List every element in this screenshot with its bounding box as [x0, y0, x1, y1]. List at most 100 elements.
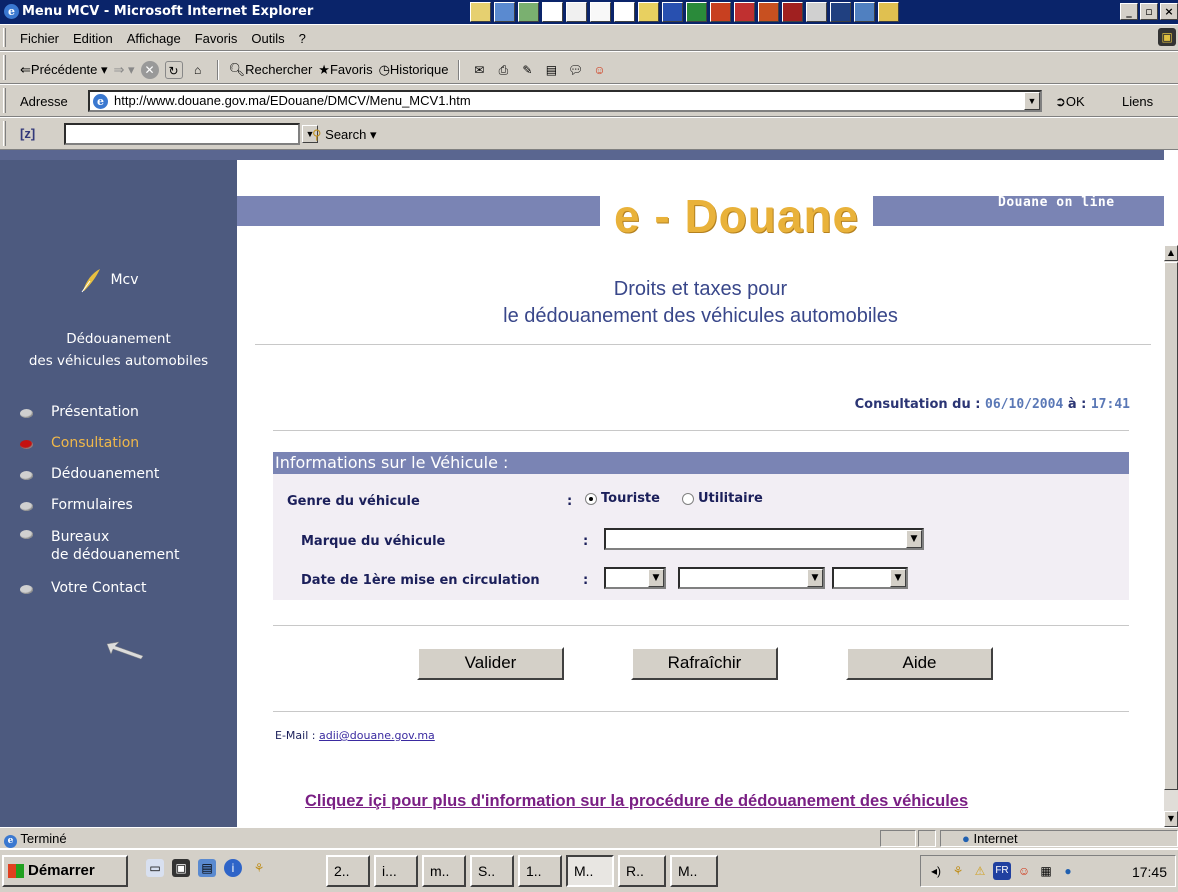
task-folder-m[interactable]: m..: [422, 855, 466, 887]
help-button[interactable]: Aide: [846, 647, 993, 680]
page-icon: e: [93, 94, 108, 109]
vertical-scrollbar[interactable]: ▲ ▼: [1164, 245, 1178, 827]
refresh-button[interactable]: Rafraîchir: [631, 647, 778, 680]
go-button[interactable]: ➲OK: [1055, 94, 1085, 110]
task-ie-active[interactable]: M..: [566, 855, 614, 887]
validate-button[interactable]: Valider: [417, 647, 564, 680]
toolbar-search-button[interactable]: ⚲ Search ▾: [312, 127, 377, 143]
warning-icon[interactable]: ⚠: [971, 862, 989, 880]
nav-item-consultation[interactable]: Consultation: [20, 435, 179, 466]
start-button[interactable]: Démarrer: [2, 855, 128, 887]
mail-icon[interactable]: ✉: [470, 61, 488, 79]
left-navigation: Mcv Dédouanement des véhicules automobil…: [0, 150, 237, 827]
security-zone: ● Internet: [962, 831, 1018, 846]
scroll-thumb[interactable]: [1164, 262, 1178, 790]
help-icon[interactable]: i: [224, 859, 242, 877]
vehicle-form: Genre du véhicule : Touriste Utilitaire …: [273, 474, 1129, 600]
network-icon[interactable]: ▦: [1037, 862, 1055, 880]
year-select[interactable]: ▼: [832, 567, 908, 589]
smiley-tray-icon[interactable]: ☺: [1015, 862, 1033, 880]
back-button[interactable]: ⇐Précédente ▾: [20, 62, 108, 78]
task-app-1[interactable]: 1..: [518, 855, 562, 887]
form-title: Informations sur le Véhicule :: [273, 452, 1129, 474]
radio-utilitaire[interactable]: Utilitaire: [682, 491, 763, 506]
explorer-icon[interactable]: ▤: [198, 859, 216, 877]
address-label: Adresse: [20, 94, 68, 109]
page-icon: e: [4, 835, 17, 848]
nav-item-presentation[interactable]: Présentation: [20, 404, 179, 435]
marque-label: Marque du véhicule: [301, 534, 446, 549]
menu-fichier[interactable]: Fichier: [20, 31, 59, 46]
task-folder-s[interactable]: S..: [470, 855, 514, 887]
window-title-bar[interactable]: e Menu MCV - Microsoft Internet Explorer…: [0, 0, 1178, 24]
task-folder-2[interactable]: 2..: [326, 855, 370, 887]
minimize-button[interactable]: _: [1120, 3, 1138, 20]
menu-edition[interactable]: Edition: [73, 31, 113, 46]
nav-item-bureaux[interactable]: Bureaux de dédouanement: [20, 528, 179, 580]
toolbar-search-input[interactable]: ▼: [64, 123, 318, 145]
day-select[interactable]: ▼: [604, 567, 666, 589]
smiley-icon[interactable]: ☺: [590, 61, 608, 79]
bullet-icon: [20, 585, 33, 594]
task-ie-2[interactable]: M..: [670, 855, 718, 887]
bullet-icon: [20, 409, 33, 418]
volume-icon[interactable]: ◂): [927, 862, 945, 880]
favorites-icon: ★: [318, 62, 330, 77]
scroll-down-button[interactable]: ▼: [1164, 811, 1178, 827]
nav-item-dedouanement[interactable]: Dédouanement: [20, 466, 179, 497]
print-icon[interactable]: ⎙: [494, 61, 512, 79]
window-title: Menu MCV - Microsoft Internet Explorer: [22, 4, 314, 19]
nav-subtitle-2: des véhicules automobiles: [28, 353, 209, 369]
stop-icon[interactable]: ✕: [140, 61, 159, 79]
go-arrow-icon: ➲: [1055, 94, 1066, 109]
month-select[interactable]: ▼: [678, 567, 825, 589]
globe-tray-icon[interactable]: ●: [1059, 862, 1077, 880]
address-dropdown-button[interactable]: ▼: [1024, 92, 1040, 110]
more-info-link[interactable]: Cliquez içi pour plus d'information sur …: [305, 792, 968, 811]
forward-button[interactable]: ⇒ ▾: [114, 62, 135, 78]
email-link[interactable]: adii@douane.gov.ma: [319, 729, 435, 742]
home-icon[interactable]: ⌂: [189, 61, 207, 79]
messenger-icon[interactable]: 💬︎: [566, 61, 584, 79]
menu-outils[interactable]: Outils: [251, 31, 284, 46]
history-button[interactable]: ◷Historique: [379, 62, 449, 78]
divider: [255, 344, 1151, 345]
task-word[interactable]: R..: [618, 855, 666, 887]
refresh-icon[interactable]: ↻: [164, 61, 183, 79]
nav-item-contact[interactable]: Votre Contact: [20, 580, 179, 611]
address-input[interactable]: e http://www.douane.gov.ma/EDouane/DMCV/…: [88, 90, 1042, 112]
favorites-button[interactable]: ★Favoris: [318, 62, 372, 78]
address-bar: Adresse e http://www.douane.gov.ma/EDoua…: [0, 84, 1178, 117]
email-line: E-Mail : adii@douane.gov.ma: [275, 729, 435, 742]
console-icon[interactable]: ▣: [172, 859, 190, 877]
menu-favoris[interactable]: Favoris: [195, 31, 238, 46]
discuss-icon[interactable]: ▤: [542, 61, 560, 79]
divider: [273, 430, 1129, 431]
marque-select[interactable]: ▼: [604, 528, 924, 550]
edit-icon[interactable]: ✎: [518, 61, 536, 79]
pointer-arrow-icon: [106, 641, 144, 660]
feather-icon[interactable]: ⚘: [250, 859, 268, 877]
desktop-icon[interactable]: ▭: [146, 859, 164, 877]
nav-item-formulaires[interactable]: Formulaires: [20, 497, 179, 528]
back-arrow-icon: ⇐: [20, 62, 31, 77]
bullet-icon: [20, 440, 33, 449]
consultation-info: Consultation du : 06/10/2004 à : 17:41: [854, 397, 1130, 412]
quick-launch-icons: [470, 2, 899, 22]
consultation-date: 06/10/2004: [985, 397, 1064, 412]
menu-affichage[interactable]: Affichage: [127, 31, 181, 46]
menu-help[interactable]: ?: [299, 31, 306, 46]
maximize-button[interactable]: ▫: [1140, 3, 1158, 20]
language-indicator[interactable]: FR: [993, 862, 1011, 880]
close-button[interactable]: ×: [1160, 3, 1178, 20]
links-button[interactable]: Liens: [1122, 94, 1153, 109]
search-button[interactable]: 🔍︎Rechercher: [229, 62, 313, 78]
chevron-down-icon: ▼: [890, 569, 906, 587]
scroll-up-button[interactable]: ▲: [1164, 245, 1178, 261]
consultation-time: 17:41: [1090, 397, 1130, 412]
status-text: e Terminé: [4, 831, 67, 848]
genre-label: Genre du véhicule: [287, 494, 420, 509]
app-tray-icon[interactable]: ⚘: [949, 862, 967, 880]
radio-touriste[interactable]: Touriste: [585, 491, 660, 506]
task-folder-i[interactable]: i...: [374, 855, 418, 887]
